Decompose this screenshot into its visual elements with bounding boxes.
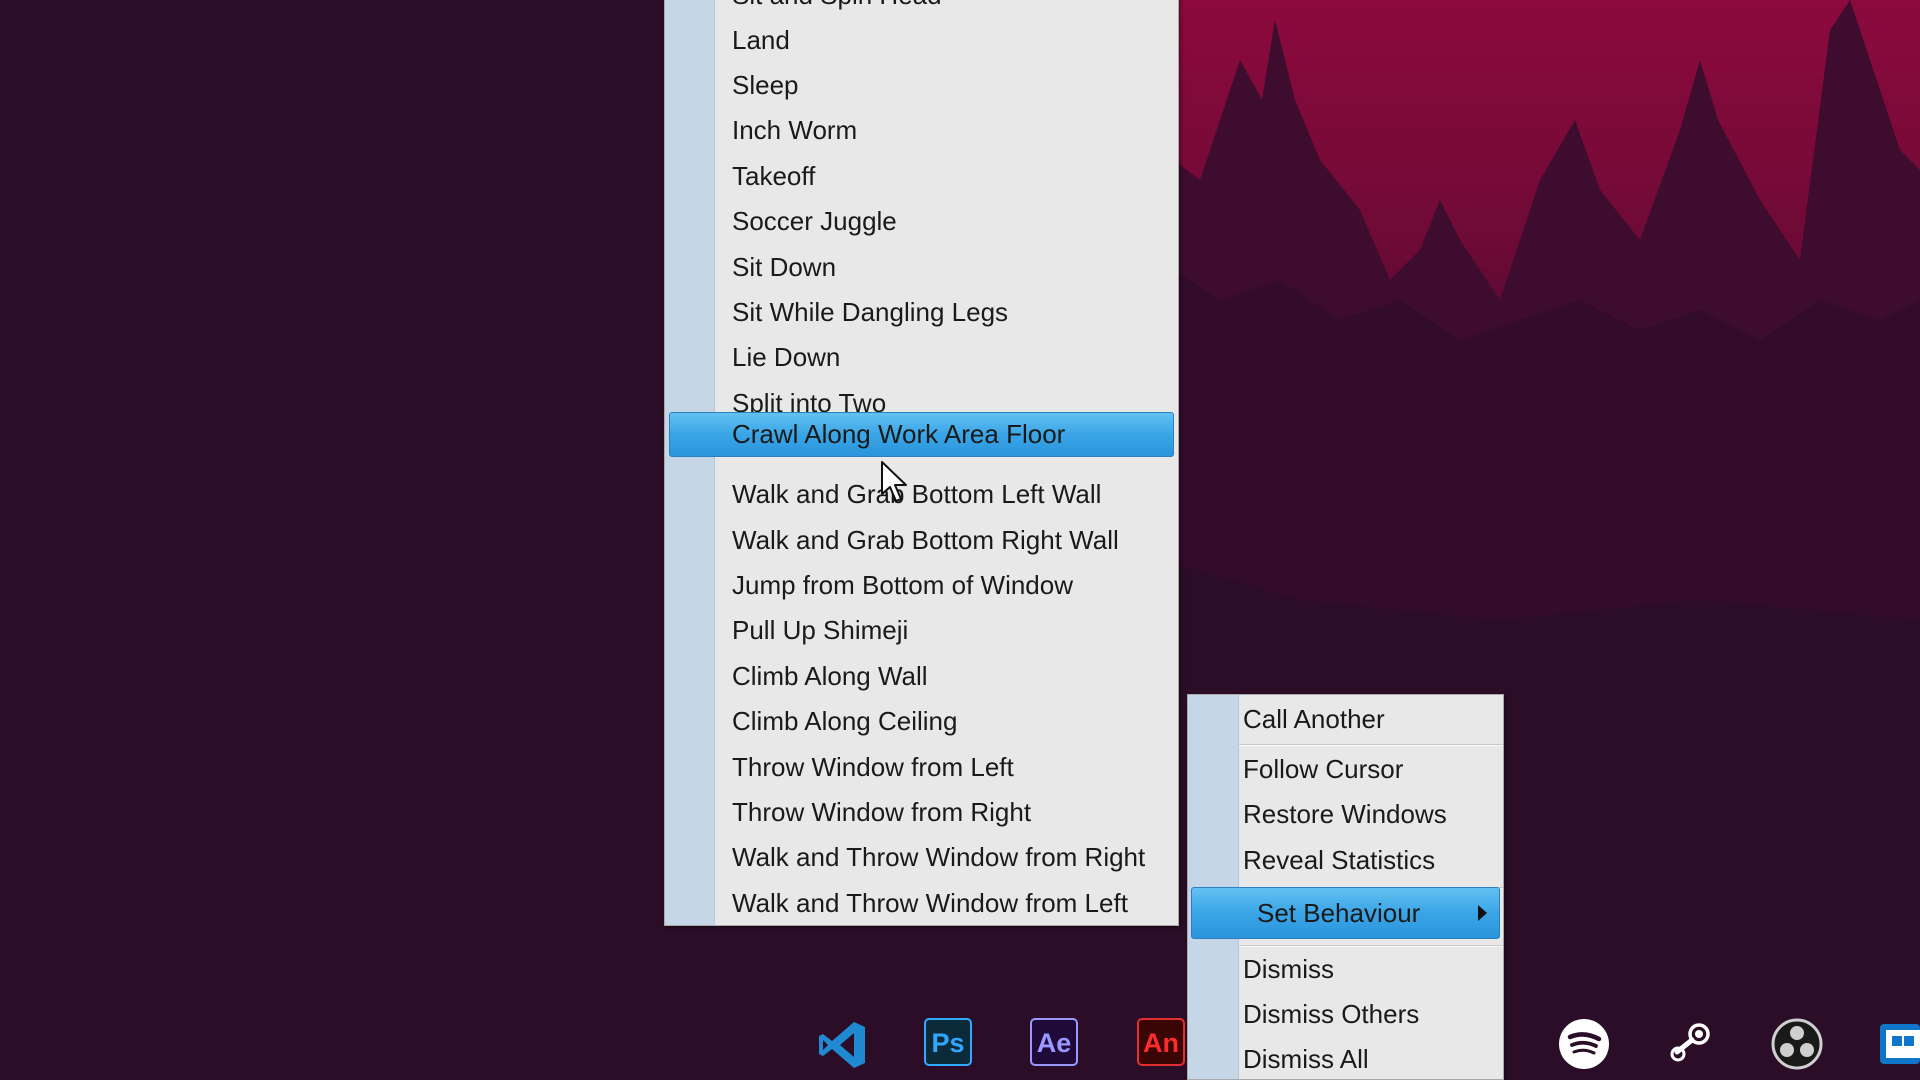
reveal-statistics-label: Reveal Statistics [1243, 845, 1436, 875]
behaviour-submenu: Sit and Spin Head Land Sleep Inch Worm T… [664, 0, 1179, 926]
menu-item-label: Inch Worm [732, 115, 858, 145]
reveal-statistics-item[interactable]: Reveal Statistics [1192, 838, 1499, 883]
app-icon[interactable] [1878, 1018, 1920, 1070]
restore-windows-item[interactable]: Restore Windows [1192, 792, 1499, 837]
mouse-cursor-icon [880, 460, 912, 504]
menu-item-label: Takeoff [732, 161, 816, 191]
dismiss-item[interactable]: Dismiss [1192, 947, 1499, 992]
dismiss-others-item[interactable]: Dismiss Others [1192, 992, 1499, 1037]
menu-item-jump-from-window[interactable]: Jump from Bottom of Window [669, 563, 1174, 608]
submenu-arrow-icon [1478, 905, 1487, 921]
shimeji-context-menu: Call Another Follow Cursor Restore Windo… [1187, 694, 1504, 1080]
menu-item-label: Sit Down [732, 252, 837, 282]
menu-item-climb-ceiling[interactable]: Climb Along Ceiling [669, 699, 1174, 744]
photoshop-icon-text: Ps [931, 1028, 965, 1058]
menu-separator [1239, 744, 1503, 746]
menu-item-label: Sleep [732, 70, 799, 100]
after-effects-icon[interactable]: Ae [1030, 1018, 1078, 1066]
menu-item-walk-grab-right-wall[interactable]: Walk and Grab Bottom Right Wall [669, 518, 1174, 563]
menu-item-label: Land [732, 25, 790, 55]
menu-item-lie-down[interactable]: Lie Down [669, 335, 1174, 380]
dismiss-others-label: Dismiss Others [1243, 999, 1420, 1029]
menu-item-sit-down[interactable]: Sit Down [669, 245, 1174, 290]
dismiss-all-label: Dismiss All [1243, 1044, 1369, 1074]
call-another-item[interactable]: Call Another [1192, 697, 1499, 741]
menu-item-label: Lie Down [732, 342, 841, 372]
vscode-icon[interactable] [815, 1018, 867, 1070]
menu-item-crawl-along-floor[interactable]: Crawl Along Work Area Floor [669, 412, 1174, 457]
call-another-label: Call Another [1243, 704, 1385, 734]
menu-item-land[interactable]: Land [669, 18, 1174, 63]
menu-item-sleep[interactable]: Sleep [669, 63, 1174, 108]
menu-item-inch-worm[interactable]: Inch Worm [669, 108, 1174, 153]
menu-item-label: Throw Window from Right [732, 797, 1032, 827]
menu-item-takeoff[interactable]: Takeoff [669, 154, 1174, 199]
animate-icon[interactable]: An [1137, 1018, 1185, 1066]
obs-icon[interactable] [1771, 1018, 1823, 1070]
menu-item-label: Walk and Throw Window from Left [732, 888, 1128, 918]
animate-icon-text: An [1143, 1028, 1179, 1058]
dismiss-label: Dismiss [1243, 954, 1334, 984]
set-behaviour-label: Set Behaviour [1257, 898, 1421, 928]
menu-item-walk-throw-left[interactable]: Walk and Throw Window from Left [669, 881, 1174, 926]
menu-item-label: Walk and Grab Bottom Right Wall [732, 525, 1119, 555]
menu-item-label: Walk and Grab Bottom Left Wall [732, 479, 1102, 509]
set-behaviour-item[interactable]: Set Behaviour [1191, 887, 1500, 939]
menu-item-label: Sit While Dangling Legs [732, 297, 1009, 327]
restore-windows-label: Restore Windows [1243, 799, 1447, 829]
follow-cursor-label: Follow Cursor [1243, 754, 1404, 784]
menu-item-sit-dangling-legs[interactable]: Sit While Dangling Legs [669, 290, 1174, 335]
menu-item-throw-window-left[interactable]: Throw Window from Left [669, 745, 1174, 790]
menu-item-soccer-juggle[interactable]: Soccer Juggle [669, 199, 1174, 244]
menu-item-walk-grab-left-wall[interactable]: Walk and Grab Bottom Left Wall [669, 472, 1174, 517]
steam-icon[interactable] [1665, 1018, 1717, 1070]
menu-item-label: Sit and Spin Head [732, 0, 942, 18]
menu-item-label: Crawl Along Work Area Floor [732, 419, 1066, 449]
follow-cursor-item[interactable]: Follow Cursor [1192, 747, 1499, 792]
menu-item-label: Throw Window from Left [732, 752, 1014, 782]
after-effects-icon-text: Ae [1036, 1028, 1072, 1058]
photoshop-icon[interactable]: Ps [924, 1018, 972, 1066]
menu-item-walk-throw-right[interactable]: Walk and Throw Window from Right [669, 835, 1174, 880]
menu-item-throw-window-right[interactable]: Throw Window from Right [669, 790, 1174, 835]
menu-item-label: Soccer Juggle [732, 206, 897, 236]
menu-item-label: Walk and Throw Window from Right [732, 842, 1146, 872]
menu-item-climb-wall[interactable]: Climb Along Wall [669, 654, 1174, 699]
spotify-icon[interactable] [1558, 1018, 1610, 1070]
menu-item-label: Jump from Bottom of Window [732, 570, 1073, 600]
menu-item-label: Pull Up Shimeji [732, 615, 909, 645]
menu-item-label: Climb Along Wall [732, 661, 928, 691]
menu-item-partial[interactable]: Sit and Spin Head [669, 0, 1174, 18]
menu-item-pull-up-shimeji[interactable]: Pull Up Shimeji [669, 608, 1174, 653]
dismiss-all-item[interactable]: Dismiss All [1192, 1037, 1499, 1080]
menu-item-label: Climb Along Ceiling [732, 706, 958, 736]
